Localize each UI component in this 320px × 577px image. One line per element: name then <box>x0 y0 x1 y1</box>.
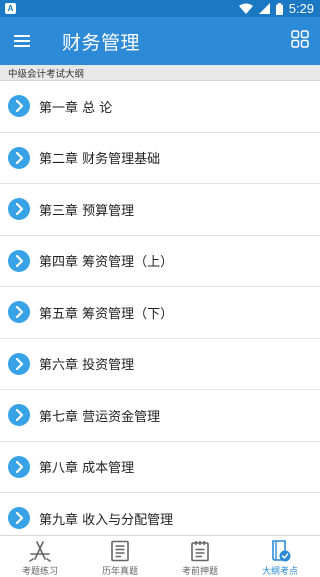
chevron-right-circle-icon <box>8 95 30 118</box>
chapter-label: 第七章 营运资金管理 <box>39 409 161 425</box>
chapter-item[interactable]: 第三章 预算管理 <box>0 184 320 236</box>
nav-item-past-exams[interactable]: 历年真题 <box>80 536 160 577</box>
document-icon <box>109 539 131 563</box>
chapter-label: 第三章 预算管理 <box>39 203 135 219</box>
clipboard-icon <box>189 539 211 563</box>
app-store-icon <box>28 539 52 563</box>
chapter-list: 第一章 总 论 第二章 财务管理基础 第三章 预算管理 第四章 筹资管理（上） … <box>0 81 320 535</box>
chapter-item[interactable]: 第七章 营运资金管理 <box>0 390 320 442</box>
chapter-label: 第二章 财务管理基础 <box>39 152 161 168</box>
battery-icon <box>275 2 283 15</box>
chapter-label: 第九章 收入与分配管理 <box>39 512 174 528</box>
chapter-label: 第八章 成本管理 <box>39 461 135 477</box>
chapter-label: 第一章 总 论 <box>39 100 113 116</box>
chapter-label: 第四章 筹资管理（上） <box>39 255 174 271</box>
menu-button[interactable] <box>2 17 42 65</box>
hamburger-menu-icon <box>14 32 30 51</box>
nav-item-predicted[interactable]: 考前押题 <box>160 536 240 577</box>
chevron-right-circle-icon <box>8 249 30 272</box>
app-bar: 财务管理 <box>0 17 320 65</box>
grid-icon <box>291 30 309 52</box>
chevron-right-circle-icon <box>8 507 30 530</box>
chapter-label: 第六章 投资管理 <box>39 358 135 374</box>
book-check-icon <box>268 539 292 563</box>
chapter-item[interactable]: 第六章 投资管理 <box>0 339 320 390</box>
status-time: 5:29 <box>288 1 314 16</box>
chapter-item[interactable]: 第八章 成本管理 <box>0 442 320 493</box>
bottom-nav: 考题练习 历年真题 考前押题 大纲考点 <box>0 535 320 577</box>
chevron-right-circle-icon <box>8 404 30 427</box>
chevron-right-circle-icon <box>8 301 30 324</box>
nav-label: 历年真题 <box>101 567 138 577</box>
chevron-right-circle-icon <box>8 198 30 221</box>
nav-label: 大纲考点 <box>261 567 298 577</box>
nav-label: 考题练习 <box>21 567 58 577</box>
notification-icon: A <box>5 3 16 14</box>
grid-view-button[interactable] <box>288 29 312 53</box>
signal-icon <box>258 3 270 14</box>
chevron-right-circle-icon <box>8 455 30 478</box>
chevron-right-circle-icon <box>8 352 30 375</box>
chapter-item[interactable]: 第九章 收入与分配管理 <box>0 493 320 535</box>
wifi-icon <box>238 3 253 14</box>
chapter-item[interactable]: 第一章 总 论 <box>0 81 320 133</box>
status-bar: A 5:29 <box>0 0 320 17</box>
page-title: 财务管理 <box>62 31 141 54</box>
chapter-item[interactable]: 第五章 筹资管理（下） <box>0 287 320 339</box>
nav-item-syllabus[interactable]: 大纲考点 <box>240 536 320 577</box>
nav-label: 考前押题 <box>181 567 218 577</box>
chapter-item[interactable]: 第四章 筹资管理（上） <box>0 236 320 287</box>
chevron-right-circle-icon <box>8 146 30 169</box>
chapter-label: 第五章 筹资管理（下） <box>39 306 174 322</box>
section-header: 中级会计考试大纲 <box>0 65 320 81</box>
nav-item-practice[interactable]: 考题练习 <box>0 536 80 577</box>
chapter-item[interactable]: 第二章 财务管理基础 <box>0 133 320 184</box>
